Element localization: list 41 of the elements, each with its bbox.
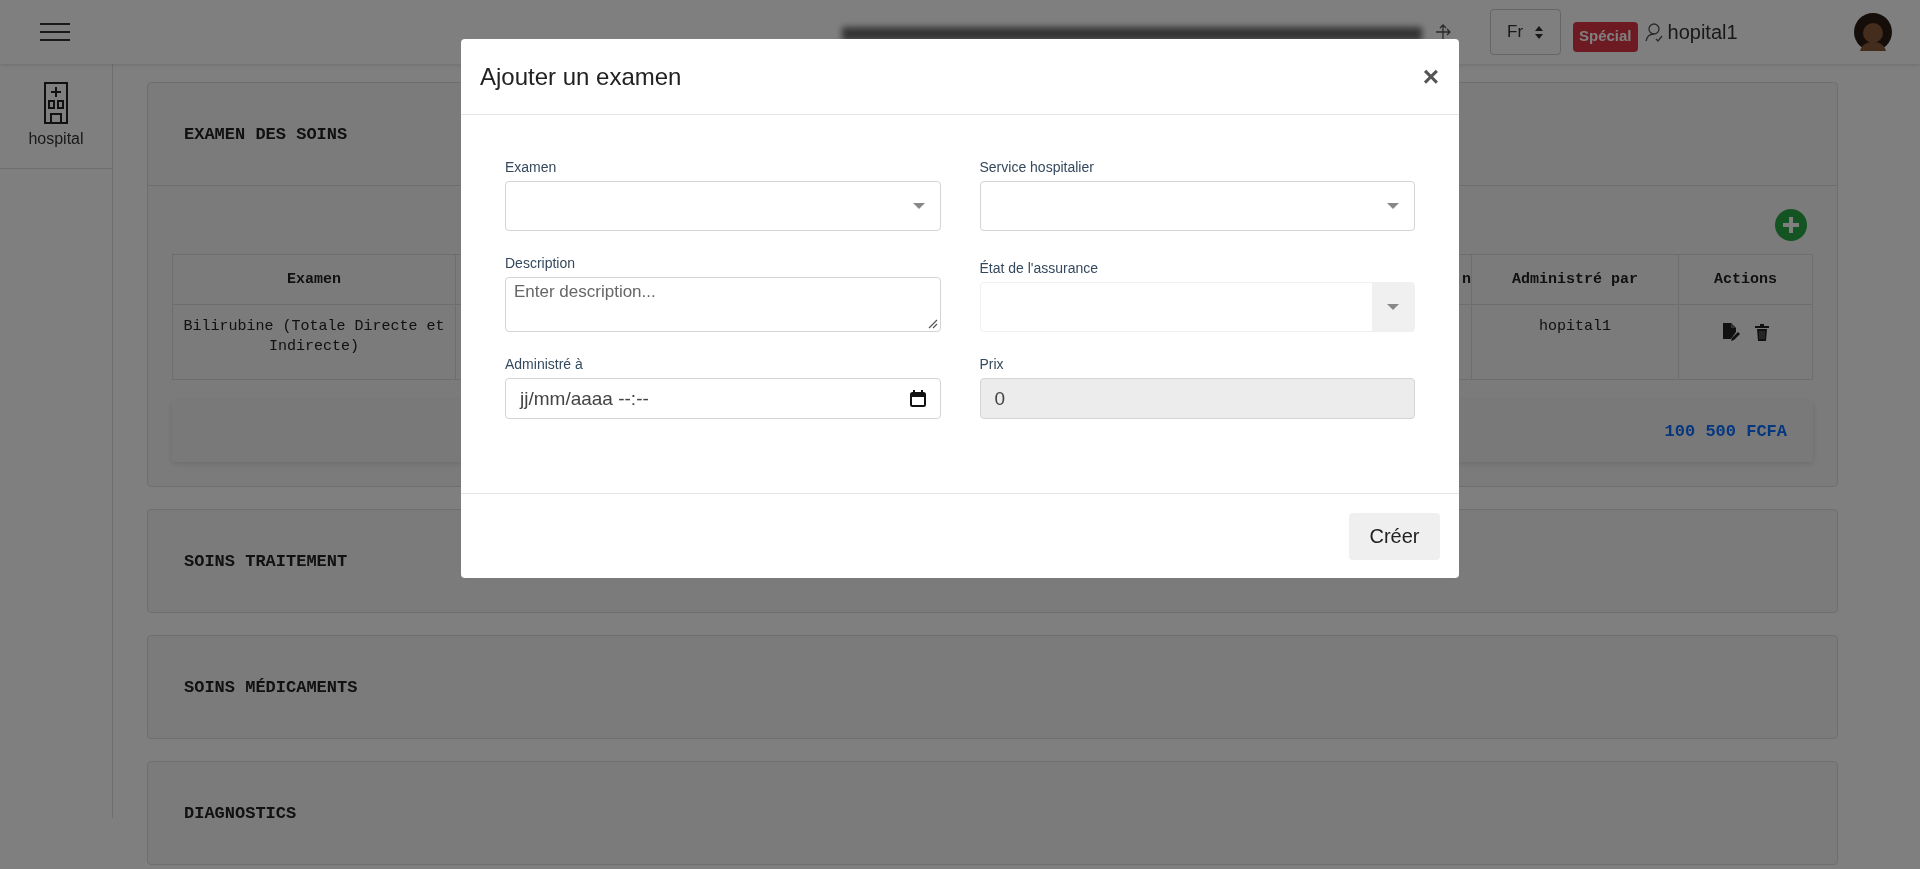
avatar[interactable] <box>1854 13 1892 51</box>
caret-icon <box>912 203 925 209</box>
calendar-icon[interactable] <box>909 390 926 407</box>
table-cell: hopital1 <box>1471 304 1679 380</box>
field-label: Service hospitalier <box>979 159 1095 175</box>
select-field[interactable] <box>505 181 941 231</box>
field-label: Description <box>505 255 577 271</box>
sidebar-item[interactable]: hospital <box>0 64 112 169</box>
description-field[interactable]: Enter description... <box>505 277 941 332</box>
username[interactable]: hopital1 <box>1667 20 1738 44</box>
table-cell: Bilirubine (Totale Directe et Indirecte) <box>172 304 456 380</box>
total-amount: 100 500 FCFA <box>1664 421 1787 441</box>
date-field[interactable]: jj/mm/aaaa --:-- <box>505 378 941 419</box>
hospital-icon <box>44 82 68 124</box>
column-header: Actions <box>1678 254 1813 305</box>
create-button[interactable]: Créer <box>1349 512 1440 560</box>
modal-title: Ajouter un examen <box>480 62 682 91</box>
column-header: Examen <box>172 254 456 305</box>
language-select[interactable]: Fr <box>1490 9 1561 55</box>
resize-grip-icon[interactable] <box>927 319 938 329</box>
section-title[interactable]: SOINS TRAITEMENT <box>184 551 348 571</box>
sort-caret-icon <box>1535 25 1544 39</box>
close-button[interactable]: × <box>1422 62 1439 91</box>
column-header: Administré par <box>1471 254 1679 305</box>
section-title[interactable]: SOINS MÉDICAMENTS <box>184 677 358 697</box>
section-title[interactable]: DIAGNOSTICS <box>184 803 297 823</box>
select-field[interactable] <box>979 181 1415 231</box>
menu-icon[interactable] <box>40 23 70 41</box>
field-label: Administré à <box>505 356 584 372</box>
field-label: État de l'assurance <box>979 260 1100 276</box>
price-field: 0 <box>979 378 1415 419</box>
caret-icon <box>1387 304 1399 310</box>
special-badge: Spécial <box>1573 22 1638 52</box>
field-label: Examen <box>505 159 558 175</box>
user-icon <box>1643 22 1664 42</box>
section-title[interactable]: EXAMEN DES SOINS <box>184 124 348 144</box>
delete-icon[interactable] <box>1755 323 1769 341</box>
edit-icon[interactable] <box>1722 323 1741 341</box>
field-label: Prix <box>979 356 1005 372</box>
caret-icon <box>1387 203 1399 209</box>
move-icon[interactable] <box>1434 23 1452 41</box>
